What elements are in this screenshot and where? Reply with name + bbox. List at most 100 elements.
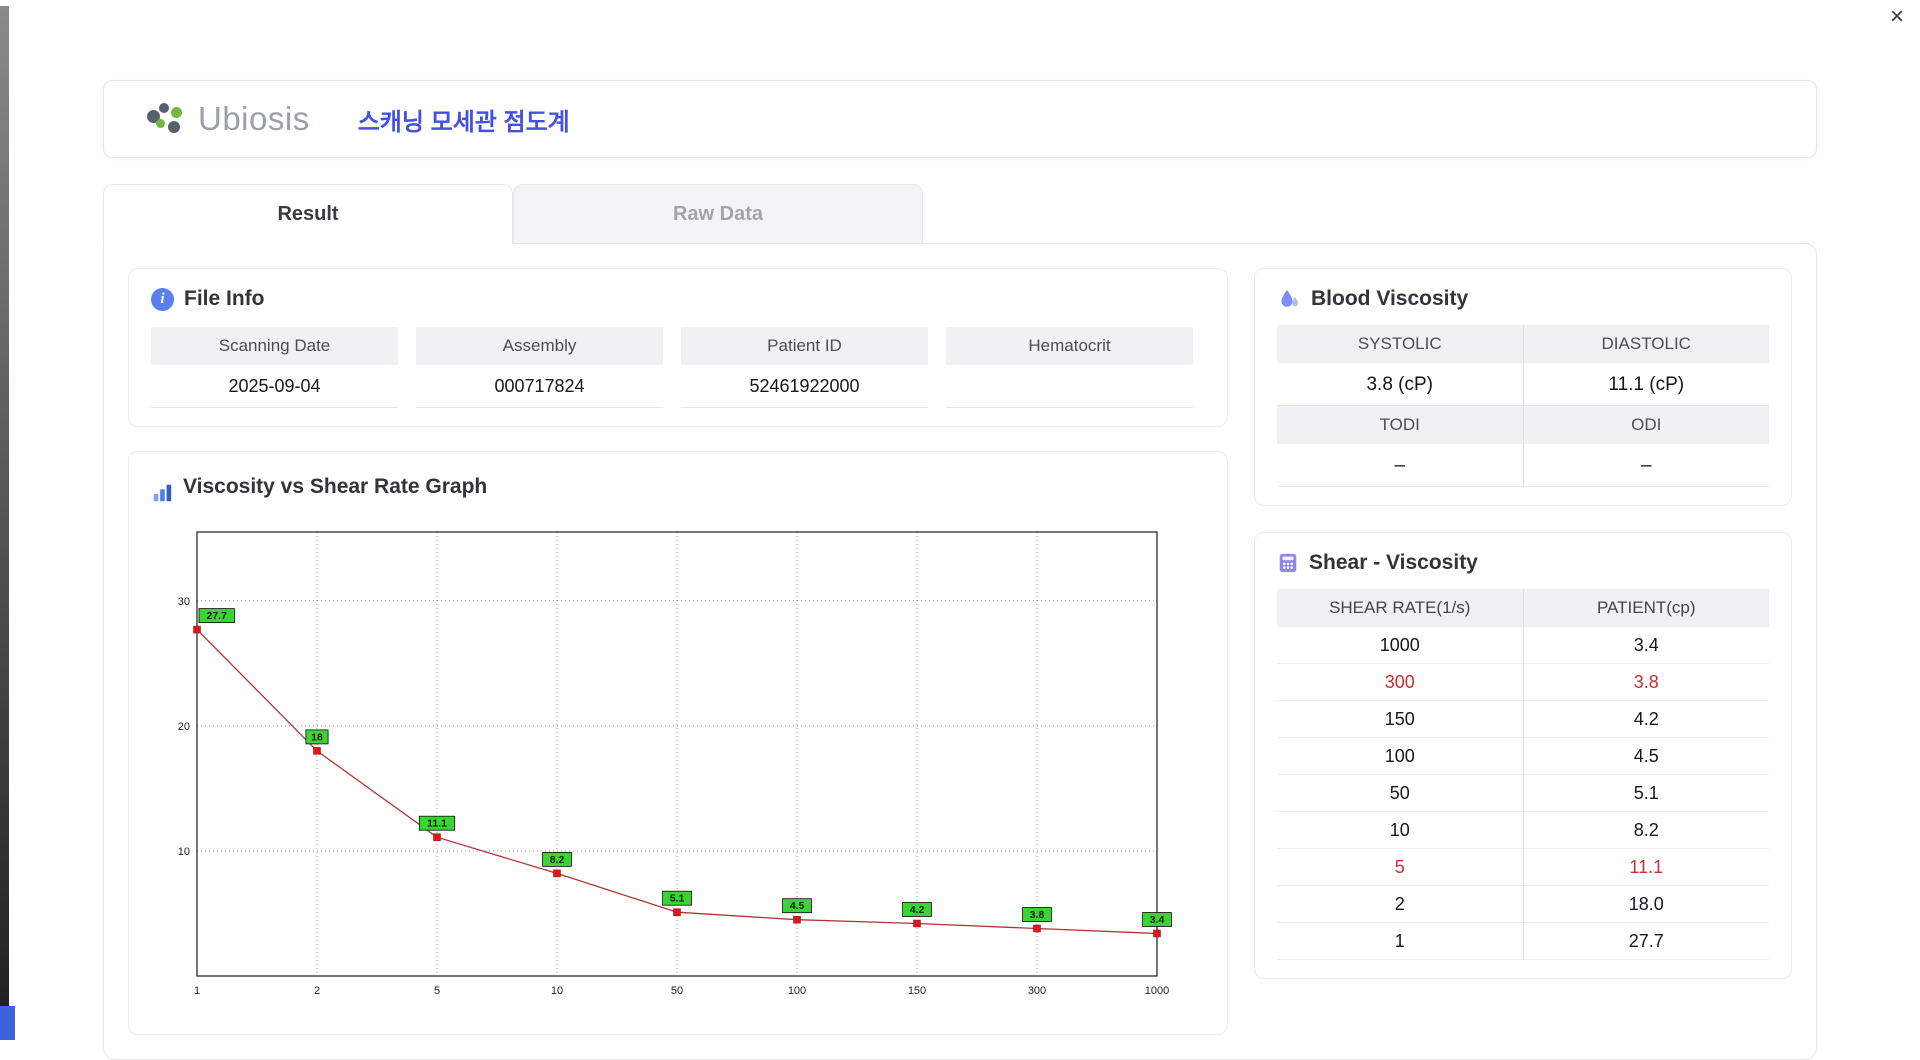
shear-rate-cell: 100 bbox=[1277, 738, 1523, 775]
table-row: 1 27.7 bbox=[1277, 923, 1769, 960]
chart-point-label: 11.1 bbox=[427, 818, 447, 830]
field-value: 2025-09-04 bbox=[151, 365, 398, 408]
tab-result[interactable]: Result bbox=[103, 184, 513, 244]
table-row: 2 18.0 bbox=[1277, 886, 1769, 923]
chart-point-label: 5.1 bbox=[670, 893, 685, 905]
table-row: 150 4.2 bbox=[1277, 701, 1769, 738]
patient-viscosity-cell: 11.1 bbox=[1522, 849, 1769, 886]
shear-rate-cell: 150 bbox=[1277, 701, 1523, 738]
patient-viscosity-cell: 27.7 bbox=[1522, 923, 1769, 960]
graph-title-row: Viscosity vs Shear Rate Graph bbox=[151, 470, 1205, 504]
section-title: File Info bbox=[184, 287, 265, 310]
field-label: Hematocrit bbox=[946, 327, 1193, 365]
field-hematocrit: Hematocrit bbox=[946, 327, 1193, 408]
shear-rate-cell: 50 bbox=[1277, 775, 1523, 812]
patient-viscosity-cell: 4.5 bbox=[1522, 738, 1769, 775]
table-row: 50 5.1 bbox=[1277, 775, 1769, 812]
x-tick-label: 2 bbox=[314, 985, 320, 997]
section-title: Blood Viscosity bbox=[1311, 287, 1469, 310]
shear-viscosity-rows: 1000 3.4 300 3.8 150 4.2 100 4.5 50 5.1 10 8.2 5 11.1… bbox=[1277, 627, 1769, 960]
app-window: Ubiosis 스캐닝 모세관 점도계 Result Raw Data i Fi… bbox=[103, 80, 1817, 1060]
y-tick-label: 10 bbox=[178, 846, 190, 858]
info-icon: i bbox=[151, 287, 174, 311]
desktop-edge bbox=[0, 6, 9, 1030]
x-tick-label: 1 bbox=[194, 985, 200, 997]
patient-viscosity-cell: 8.2 bbox=[1522, 812, 1769, 849]
field-label: Assembly bbox=[416, 327, 663, 365]
x-tick-label: 300 bbox=[1028, 985, 1046, 997]
table-row: 10 8.2 bbox=[1277, 812, 1769, 849]
viscosity-chart: 1 2 5 10 50 100 150 300 1000 10 20 30 27.7 18 11.1 8.2 5… bbox=[178, 531, 1172, 997]
table-row: 1000 3.4 bbox=[1277, 627, 1769, 664]
chart-point-label: 4.2 bbox=[910, 904, 925, 916]
shear-rate-column-header: SHEAR RATE(1/s) bbox=[1277, 589, 1523, 627]
shear-rate-cell: 1000 bbox=[1277, 627, 1523, 664]
bar-chart-icon bbox=[151, 470, 173, 504]
diastolic-header: DIASTOLIC bbox=[1522, 325, 1769, 363]
systolic-value: 3.8 (cP) bbox=[1277, 363, 1523, 406]
table-header-row: TODI ODI bbox=[1277, 406, 1769, 444]
chart-point-marker bbox=[793, 915, 801, 924]
x-tick-label: 1000 bbox=[1145, 985, 1169, 997]
table-header-row: SYSTOLIC DIASTOLIC bbox=[1277, 325, 1769, 363]
patient-viscosity-cell: 18.0 bbox=[1522, 886, 1769, 923]
diastolic-value: 11.1 (cP) bbox=[1522, 363, 1769, 406]
file-info-title-row: i File Info bbox=[151, 287, 1205, 311]
close-icon[interactable]: × bbox=[1884, 4, 1910, 30]
logo-text: Ubiosis bbox=[198, 100, 310, 137]
chart-point-label: 3.4 bbox=[1150, 914, 1165, 926]
table-row: – – bbox=[1277, 444, 1769, 487]
page-title: 스캐닝 모세관 점도계 bbox=[357, 108, 570, 136]
table-row: 100 4.5 bbox=[1277, 738, 1769, 775]
desktop-corner bbox=[0, 1006, 15, 1040]
shear-rate-cell: 10 bbox=[1277, 812, 1523, 849]
odi-header: ODI bbox=[1522, 406, 1769, 444]
field-value: 000717824 bbox=[416, 365, 663, 408]
blood-viscosity-title-row: Blood Viscosity bbox=[1277, 287, 1769, 311]
section-title: Viscosity vs Shear Rate Graph bbox=[183, 475, 488, 498]
x-tick-label: 150 bbox=[908, 985, 926, 997]
patient-viscosity-cell: 4.2 bbox=[1522, 701, 1769, 738]
shear-viscosity-card: Shear - Viscosity SHEAR RATE(1/s) PATIEN… bbox=[1254, 532, 1792, 979]
graph-card: Viscosity vs Shear Rate Graph 1 2 5 10 50 100… bbox=[128, 451, 1228, 1035]
series-line bbox=[196, 629, 1158, 935]
chart-point-marker bbox=[193, 625, 201, 634]
chart-point-marker bbox=[433, 833, 441, 841]
x-tick-label: 100 bbox=[788, 985, 806, 997]
field-patient-id: Patient ID 52461922000 bbox=[681, 327, 928, 408]
field-scanning-date: Scanning Date 2025-09-04 bbox=[151, 327, 398, 408]
table-row: 3.8 (cP) 11.1 (cP) bbox=[1277, 363, 1769, 406]
shear-rate-cell: 1 bbox=[1277, 923, 1523, 960]
chart-point-marker bbox=[553, 869, 561, 878]
todi-value: – bbox=[1277, 444, 1523, 487]
right-column: Blood Viscosity SYSTOLIC DIASTOLIC 3.8 (… bbox=[1254, 268, 1792, 1035]
systolic-header: SYSTOLIC bbox=[1277, 325, 1523, 363]
field-label: Scanning Date bbox=[151, 327, 398, 365]
patient-viscosity-cell: 3.8 bbox=[1522, 664, 1769, 701]
field-value: 52461922000 bbox=[681, 365, 928, 408]
x-tick-label: 10 bbox=[551, 985, 563, 997]
odi-value: – bbox=[1522, 444, 1769, 487]
y-tick-label: 20 bbox=[178, 721, 190, 733]
patient-viscosity-cell: 3.4 bbox=[1522, 627, 1769, 664]
chart-point-label: 27.7 bbox=[206, 610, 227, 622]
shear-rate-cell: 2 bbox=[1277, 886, 1523, 923]
patient-column-header: PATIENT(cp) bbox=[1522, 589, 1769, 627]
chart-point-marker bbox=[913, 919, 921, 928]
chart-point-label: 4.5 bbox=[790, 900, 805, 912]
shear-rate-cell: 5 bbox=[1277, 849, 1523, 886]
chart-point-marker bbox=[673, 908, 681, 916]
y-tick-label: 30 bbox=[178, 596, 190, 608]
patient-viscosity-cell: 5.1 bbox=[1522, 775, 1769, 812]
todi-header: TODI bbox=[1277, 406, 1523, 444]
ubiosis-logo: Ubiosis bbox=[146, 100, 310, 138]
tab-raw-data[interactable]: Raw Data bbox=[513, 184, 923, 244]
shear-viscosity-title-row: Shear - Viscosity bbox=[1277, 551, 1769, 575]
chart-point-marker bbox=[313, 747, 321, 755]
tab-bar: Result Raw Data bbox=[103, 184, 1817, 244]
chart-point-label: 18 bbox=[311, 731, 323, 743]
ubiosis-logo-mark bbox=[146, 100, 188, 138]
file-info-fields: Scanning Date 2025-09-04 Assembly 000717… bbox=[151, 327, 1205, 408]
table-row: 300 3.8 bbox=[1277, 664, 1769, 701]
blood-viscosity-table: SYSTOLIC DIASTOLIC 3.8 (cP) 11.1 (cP) TO… bbox=[1277, 325, 1769, 487]
